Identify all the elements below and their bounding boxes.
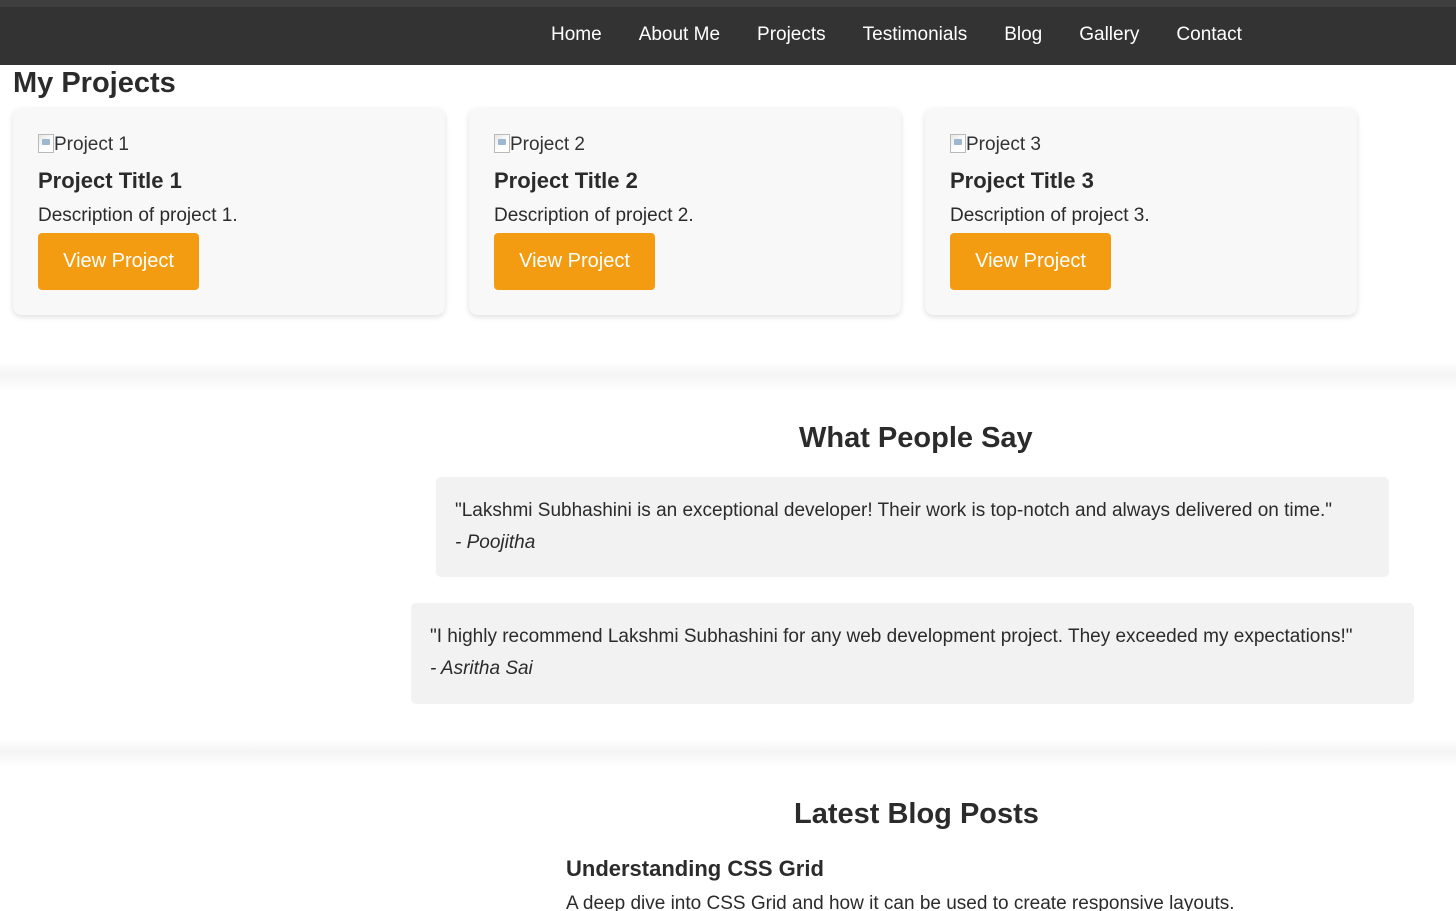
section-divider: [0, 362, 1456, 390]
view-project-button[interactable]: View Project: [494, 233, 655, 290]
testimonial-card: "Lakshmi Subhashini is an exceptional de…: [436, 477, 1389, 577]
section-divider: [0, 739, 1456, 767]
nav-link-about-me[interactable]: About Me: [639, 24, 720, 45]
broken-image-icon: [38, 134, 54, 153]
testimonial-card: "I highly recommend Lakshmi Subhashini f…: [411, 603, 1414, 704]
testimonial-quote: "I highly recommend Lakshmi Subhashini f…: [430, 626, 1353, 647]
projects-heading: My Projects: [13, 67, 176, 99]
project-title: Project Title 3: [950, 168, 1094, 193]
project-image: Project 2: [494, 134, 585, 156]
project-card: Project 1 Project Title 1 Description of…: [13, 108, 445, 315]
nav-link-projects[interactable]: Projects: [757, 24, 826, 45]
project-card: Project 3 Project Title 3 Description of…: [925, 108, 1357, 315]
nav-link-contact[interactable]: Contact: [1176, 24, 1241, 45]
testimonial-quote: "Lakshmi Subhashini is an exceptional de…: [455, 500, 1333, 521]
project-image-alt: Project 1: [54, 134, 129, 155]
nav-menu: Home About Me Projects Testimonials Blog…: [551, 24, 1279, 46]
testimonials-heading: What People Say: [799, 422, 1033, 454]
project-image-alt: Project 2: [510, 134, 585, 155]
project-title: Project Title 2: [494, 168, 638, 193]
project-card: Project 2 Project Title 2 Description of…: [469, 108, 901, 315]
view-project-button[interactable]: View Project: [950, 233, 1111, 290]
project-title: Project Title 1: [38, 168, 182, 193]
blog-post-excerpt: A deep dive into CSS Grid and how it can…: [566, 893, 1235, 911]
project-description: Description of project 2.: [494, 205, 694, 226]
nav-link-blog[interactable]: Blog: [1004, 24, 1042, 45]
project-image: Project 1: [38, 134, 129, 156]
broken-image-icon: [950, 134, 966, 153]
blog-heading: Latest Blog Posts: [794, 798, 1039, 830]
nav-link-testimonials[interactable]: Testimonials: [863, 24, 968, 45]
blog-post-title[interactable]: Understanding CSS Grid: [566, 856, 824, 882]
nav-link-gallery[interactable]: Gallery: [1079, 24, 1139, 45]
broken-image-icon: [494, 134, 510, 153]
testimonial-author: - Asritha Sai: [430, 658, 533, 679]
nav-link-home[interactable]: Home: [551, 24, 602, 45]
project-description: Description of project 1.: [38, 205, 238, 226]
project-description: Description of project 3.: [950, 205, 1150, 226]
top-navbar: Home About Me Projects Testimonials Blog…: [0, 0, 1456, 65]
project-image-alt: Project 3: [966, 134, 1041, 155]
testimonial-author: - Poojitha: [455, 532, 536, 553]
project-image: Project 3: [950, 134, 1041, 156]
view-project-button[interactable]: View Project: [38, 233, 199, 290]
